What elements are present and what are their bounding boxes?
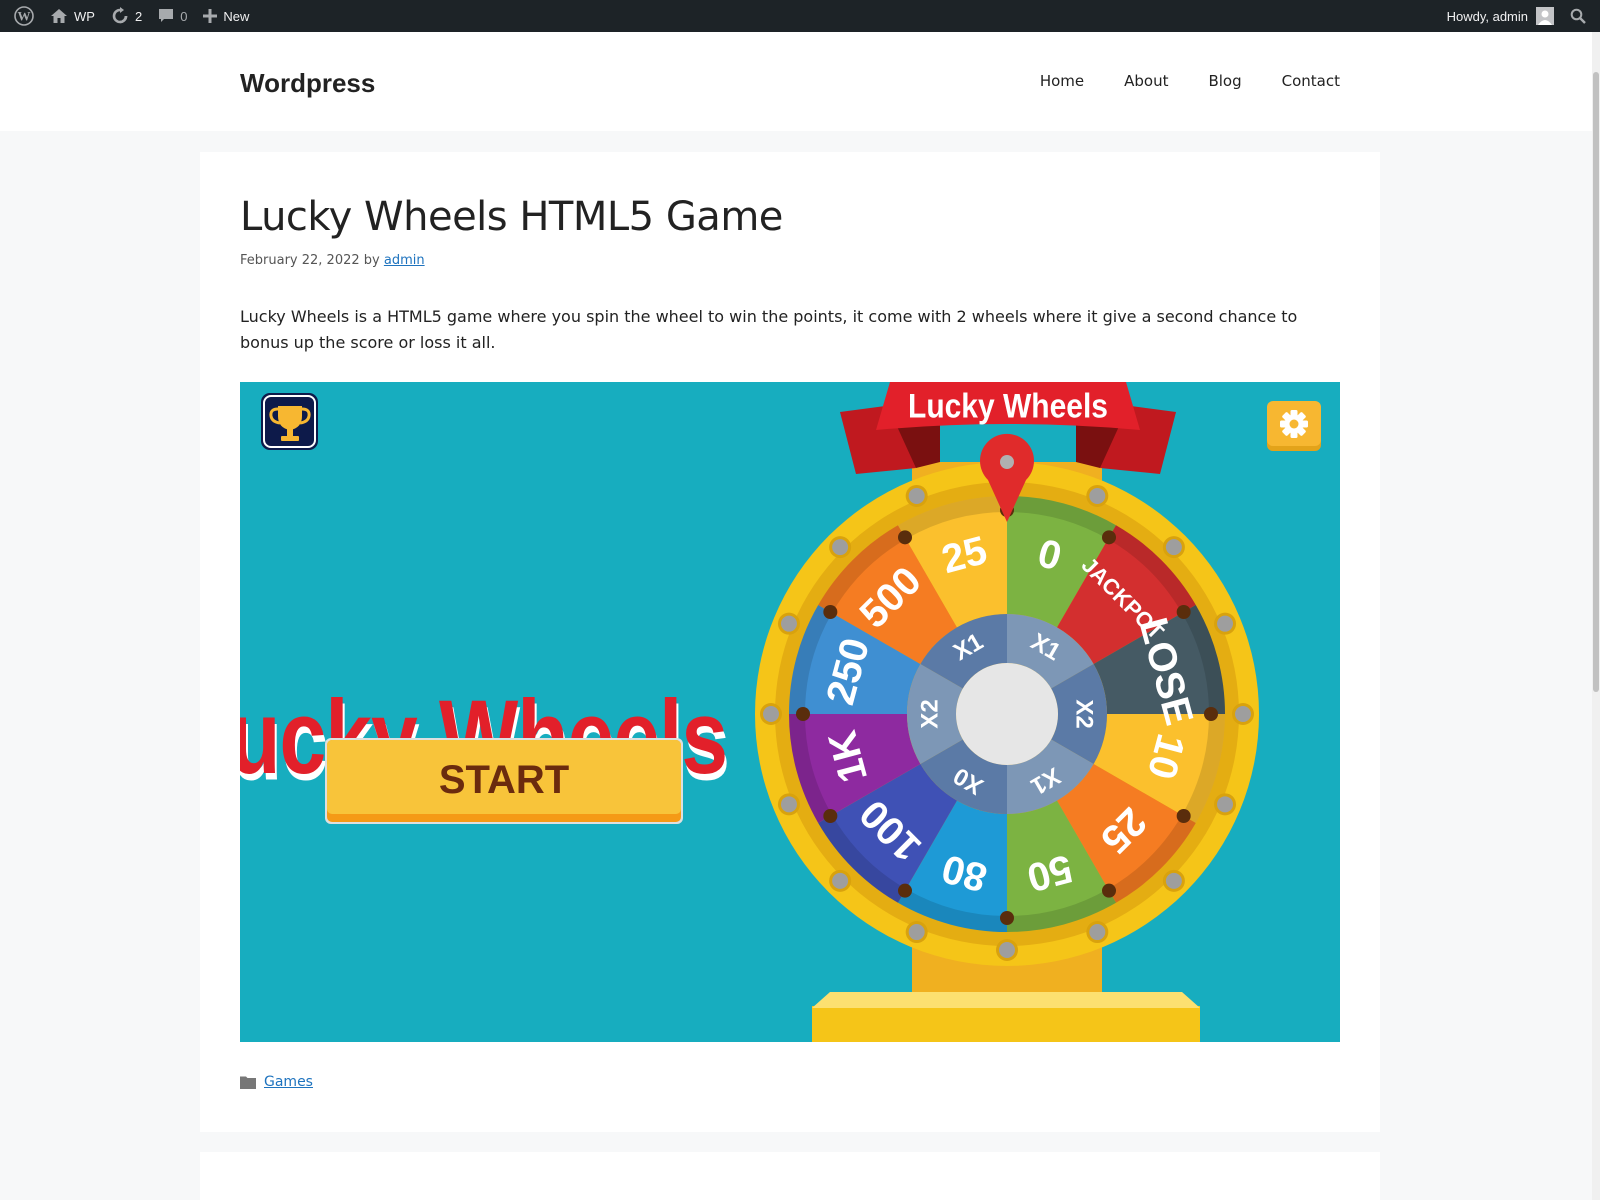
home-icon bbox=[51, 9, 67, 23]
rim-bolt-head bbox=[908, 924, 925, 941]
post-content: Lucky Wheels is a HTML5 game where you s… bbox=[240, 307, 1298, 352]
avatar bbox=[1536, 7, 1554, 25]
rim-bolt-head bbox=[1089, 924, 1106, 941]
game-canvas[interactable]: Lucky Wheels Lucky Wheels START bbox=[240, 382, 1340, 1042]
post-by: by bbox=[363, 253, 380, 268]
user-silhouette-icon bbox=[1536, 7, 1554, 25]
settings-button[interactable] bbox=[1267, 401, 1321, 451]
rim-bolt-head bbox=[1165, 539, 1182, 556]
post-date: February 22, 2022 bbox=[240, 253, 360, 268]
scrollbar-thumb[interactable] bbox=[1593, 72, 1599, 692]
site-name-label: WP bbox=[74, 8, 95, 24]
admin-search[interactable] bbox=[1562, 0, 1594, 32]
comment-bubble-icon bbox=[159, 9, 174, 22]
wheel-peg bbox=[898, 883, 912, 898]
rim-bolt-head bbox=[999, 942, 1015, 958]
svg-text:W: W bbox=[18, 9, 31, 24]
admin-bar-left: W WP 2 0 New bbox=[6, 0, 257, 32]
start-button-label: START bbox=[439, 758, 569, 802]
wheel-peg bbox=[898, 530, 912, 545]
new-label: New bbox=[223, 8, 250, 24]
wheel-peg bbox=[823, 605, 838, 619]
wheel-peg bbox=[1176, 605, 1191, 619]
wheel-peg bbox=[1000, 911, 1014, 925]
wheel-peg bbox=[1102, 883, 1116, 898]
site-title[interactable]: Wordpress bbox=[240, 68, 375, 99]
rim-bolt-head bbox=[832, 539, 849, 556]
wheel-multiplier-label: X2 bbox=[916, 699, 943, 728]
wheel-peg bbox=[796, 707, 810, 721]
updates-count: 2 bbox=[134, 8, 143, 24]
settings-gear-icon bbox=[1280, 410, 1308, 438]
start-button[interactable]: START bbox=[325, 738, 683, 824]
lucky-wheel[interactable]: 0 JACKPOTLOSE102550801001K25050025 X1X2X1… bbox=[755, 462, 1259, 966]
rim-bolt-head bbox=[832, 872, 849, 889]
admin-bar: W WP 2 0 New Howdy, admin bbox=[0, 0, 1600, 32]
top-banner-text: Lucky Wheels bbox=[908, 387, 1108, 425]
wheel-peg bbox=[823, 809, 838, 823]
wp-logo-menu[interactable]: W bbox=[6, 0, 42, 32]
nav-item-contact[interactable]: Contact bbox=[1282, 72, 1340, 90]
nav-item-about[interactable]: About bbox=[1124, 72, 1168, 90]
updates-menu[interactable]: 2 bbox=[103, 0, 150, 32]
folder-icon bbox=[240, 1076, 256, 1089]
howdy-greeting: Howdy, admin bbox=[1446, 8, 1528, 24]
plus-icon bbox=[203, 9, 218, 23]
primary-navigation: Home About Blog Contact bbox=[1040, 72, 1340, 90]
wheel-peg bbox=[1176, 809, 1191, 823]
comments-menu[interactable]: 0 bbox=[150, 0, 195, 32]
next-post-card bbox=[200, 1152, 1380, 1200]
rim-bolt-head bbox=[1235, 706, 1251, 722]
rim-bolt-head bbox=[1217, 796, 1234, 813]
rim-bolt-head bbox=[908, 487, 925, 504]
new-content-menu[interactable]: New bbox=[195, 0, 257, 32]
updates-icon bbox=[112, 7, 128, 24]
post-title: Lucky Wheels HTML5 Game bbox=[240, 194, 783, 240]
rim-bolt-head bbox=[1165, 872, 1182, 889]
wheel-hub bbox=[956, 663, 1058, 765]
my-account-menu[interactable]: Howdy, admin bbox=[1439, 0, 1562, 32]
game-scene: Lucky Wheels Lucky Wheels START bbox=[240, 382, 1321, 1042]
page-scrollbar[interactable] bbox=[1592, 32, 1600, 1200]
category-link-games[interactable]: Games bbox=[264, 1074, 313, 1090]
wheel-peg bbox=[1204, 707, 1218, 721]
wheel-multiplier-label: X2 bbox=[1071, 699, 1098, 728]
rim-bolt-head bbox=[780, 615, 797, 632]
rim-bolt-head bbox=[763, 706, 779, 722]
post-categories: Games bbox=[240, 1074, 313, 1090]
post-author-link[interactable]: admin bbox=[384, 253, 425, 268]
wheel-peg bbox=[1102, 530, 1116, 545]
rim-bolt-head bbox=[1217, 615, 1234, 632]
rim-bolt-head bbox=[1089, 487, 1106, 504]
nav-item-home[interactable]: Home bbox=[1040, 72, 1084, 90]
site-header: Wordpress Home About Blog Contact bbox=[0, 32, 1600, 131]
admin-bar-right: Howdy, admin bbox=[1439, 0, 1594, 32]
comments-count: 0 bbox=[180, 8, 188, 24]
post-article: Lucky Wheels HTML5 Game February 22, 202… bbox=[200, 152, 1380, 1132]
post-meta: February 22, 2022 by admin bbox=[240, 253, 425, 268]
trophy-button[interactable] bbox=[261, 393, 318, 450]
wordpress-logo-icon: W bbox=[14, 6, 34, 26]
rim-bolt-head bbox=[780, 796, 797, 813]
search-icon bbox=[1570, 8, 1586, 24]
site-name-menu[interactable]: WP bbox=[42, 0, 103, 32]
nav-item-blog[interactable]: Blog bbox=[1208, 72, 1241, 90]
